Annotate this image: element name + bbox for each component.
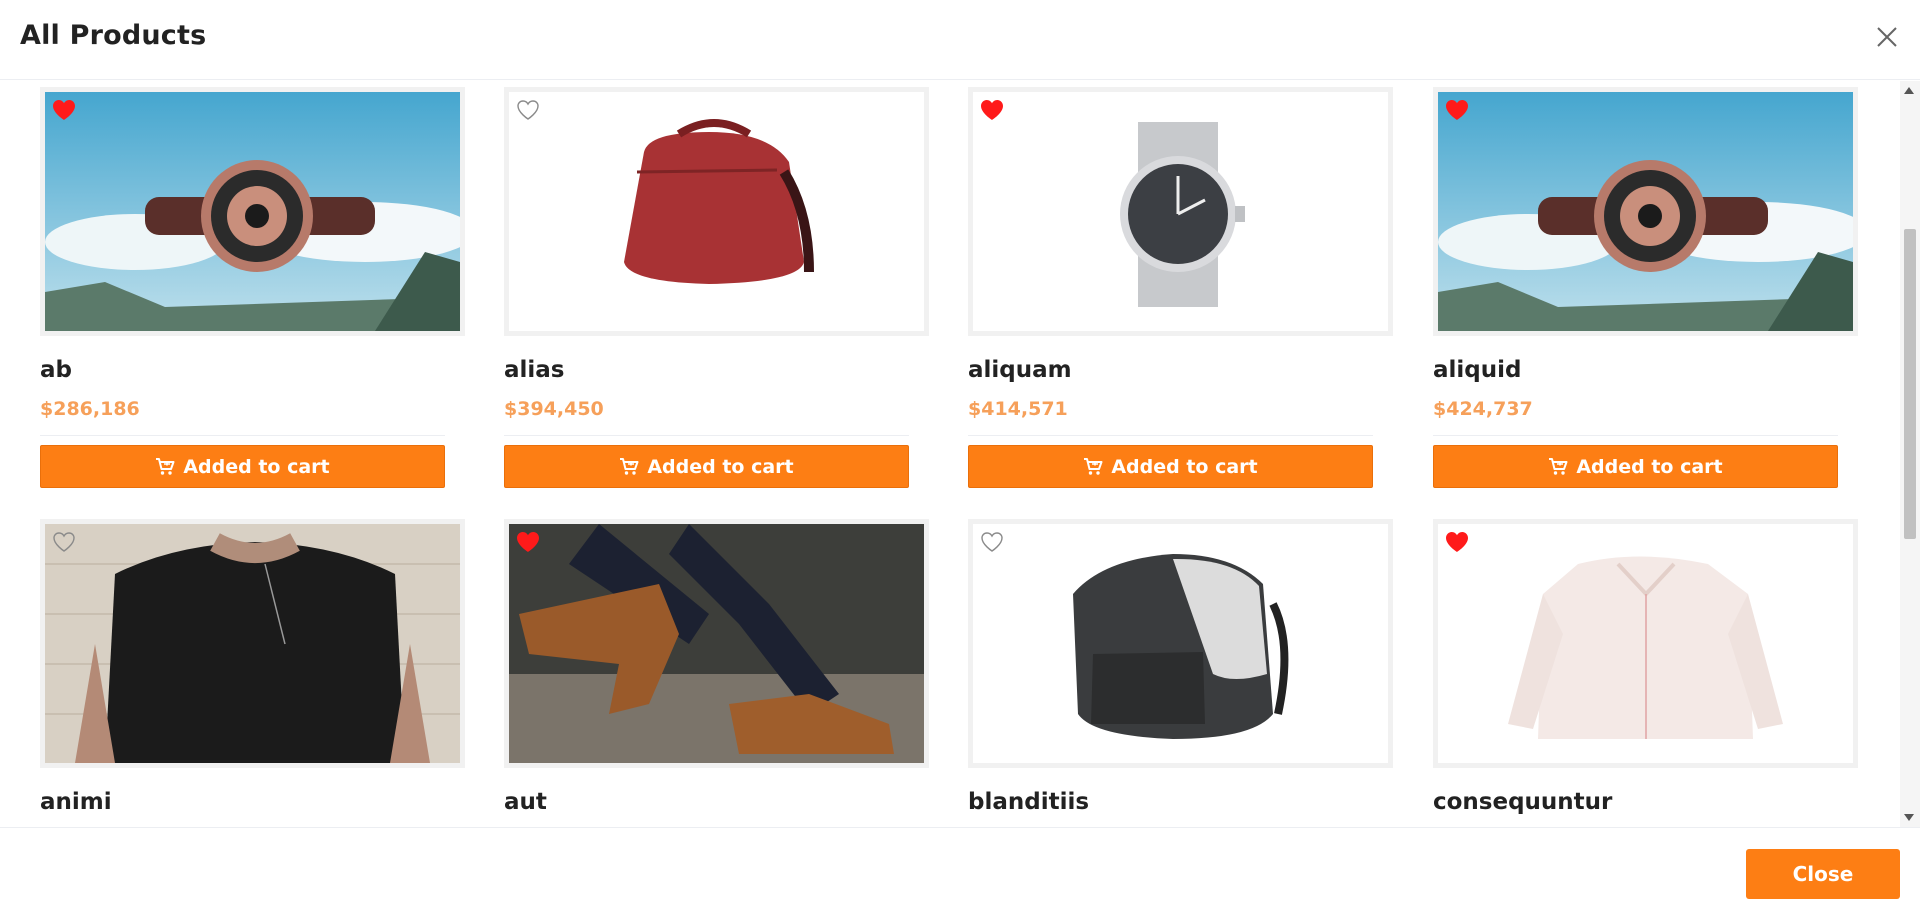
product-name[interactable]: ab (40, 357, 72, 383)
product-image[interactable] (968, 519, 1393, 768)
heart-outline-icon[interactable] (979, 530, 1005, 554)
divider (968, 435, 1373, 436)
product-image[interactable] (504, 519, 929, 768)
product-image[interactable] (1433, 87, 1858, 336)
divider (40, 435, 445, 436)
product-image[interactable] (40, 519, 465, 768)
product-name[interactable]: consequuntur (1433, 789, 1612, 815)
modal-header: All Products (0, 0, 1920, 80)
heart-filled-icon[interactable] (1444, 530, 1470, 554)
scroll-down-arrow-icon[interactable] (1904, 814, 1914, 821)
cart-button-label: Added to cart (183, 455, 330, 478)
close-button[interactable]: Close (1746, 849, 1900, 899)
heart-outline-icon[interactable] (515, 98, 541, 122)
added-to-cart-button[interactable]: Added to cart (1433, 445, 1838, 488)
heart-filled-icon[interactable] (979, 98, 1005, 122)
cart-icon (1548, 457, 1568, 476)
heart-outline-icon[interactable] (51, 530, 77, 554)
cart-button-label: Added to cart (1576, 455, 1723, 478)
divider (504, 435, 909, 436)
cart-icon (619, 457, 639, 476)
product-image[interactable] (1433, 519, 1858, 768)
modal-footer: Close (0, 827, 1920, 916)
product-image[interactable] (504, 87, 929, 336)
product-name[interactable]: alias (504, 357, 565, 383)
product-name[interactable]: blanditiis (968, 789, 1089, 815)
close-icon[interactable] (1872, 22, 1902, 52)
added-to-cart-button[interactable]: Added to cart (40, 445, 445, 488)
heart-filled-icon[interactable] (515, 530, 541, 554)
products-list: ab $286,186 Added to cart alias $394,450 Add… (0, 81, 1920, 827)
cart-icon (1083, 457, 1103, 476)
all-products-modal: All Products ab $286,186 Added to cart ali… (0, 0, 1920, 916)
scroll-up-arrow-icon[interactable] (1904, 87, 1914, 94)
cart-icon (155, 457, 175, 476)
scrollbar[interactable] (1900, 81, 1920, 827)
product-name[interactable]: aut (504, 789, 547, 815)
product-image[interactable] (968, 87, 1393, 336)
added-to-cart-button[interactable]: Added to cart (504, 445, 909, 488)
heart-filled-icon[interactable] (1444, 98, 1470, 122)
product-price: $286,186 (40, 398, 140, 420)
cart-button-label: Added to cart (1111, 455, 1258, 478)
modal-title: All Products (20, 20, 207, 51)
product-price: $394,450 (504, 398, 604, 420)
heart-filled-icon[interactable] (51, 98, 77, 122)
added-to-cart-button[interactable]: Added to cart (968, 445, 1373, 488)
product-name[interactable]: animi (40, 789, 112, 815)
product-price: $414,571 (968, 398, 1068, 420)
product-image[interactable] (40, 87, 465, 336)
product-name[interactable]: aliquid (1433, 357, 1521, 383)
product-name[interactable]: aliquam (968, 357, 1072, 383)
divider (1433, 435, 1838, 436)
cart-button-label: Added to cart (647, 455, 794, 478)
product-price: $424,737 (1433, 398, 1533, 420)
scroll-thumb[interactable] (1904, 229, 1916, 539)
